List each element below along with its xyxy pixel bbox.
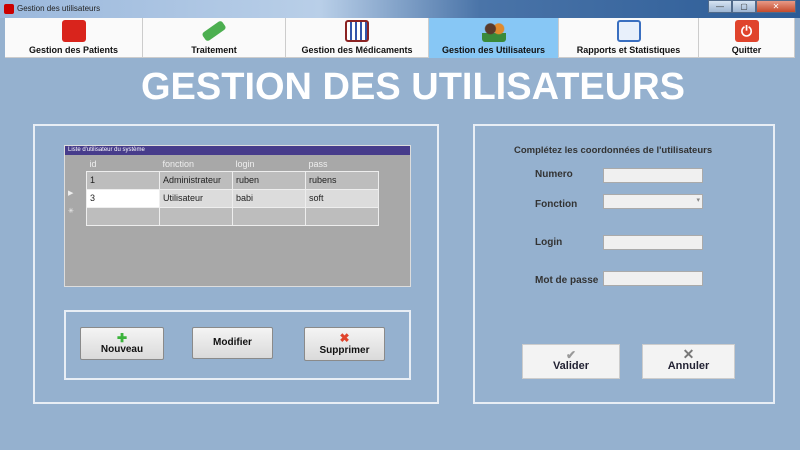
delete-button[interactable]: ✖ Supprimer [304, 327, 385, 361]
grid-caption: Liste d'utilisateur du système [65, 146, 410, 155]
users-grid[interactable]: Liste d'utilisateur du système ▶ ✳ id fon… [64, 145, 411, 287]
chevron-down-icon: ▾ [696, 197, 700, 204]
users-icon [481, 20, 506, 42]
window-title: Gestion des utilisateurs [17, 4, 101, 13]
numero-label: Numero [535, 169, 573, 180]
column-header[interactable]: login [233, 158, 306, 171]
password-input[interactable] [603, 271, 703, 286]
tab-utilisateurs[interactable]: Gestion des Utilisateurs [429, 18, 559, 58]
column-header[interactable]: pass [306, 158, 379, 171]
login-label: Login [535, 237, 563, 248]
app-icon [4, 4, 14, 14]
cell[interactable]: ruben [232, 170, 306, 190]
cancel-button[interactable]: ✕ Annuler [642, 344, 735, 379]
fonction-label: Fonction [535, 199, 578, 210]
power-icon: ⏻ [734, 20, 759, 42]
form-heading: Complétez les coordonnées de l'utilisate… [514, 145, 713, 156]
cell[interactable]: 1 [86, 170, 160, 190]
login-input[interactable] [603, 235, 703, 250]
report-icon [616, 20, 641, 42]
close-button[interactable]: ✕ [756, 0, 796, 13]
minimize-button[interactable]: — [708, 0, 732, 13]
tab-medicaments[interactable]: Gestion des Médicaments [286, 18, 429, 58]
column-header[interactable]: fonction [160, 158, 233, 171]
maximize-button[interactable]: ▢ [732, 0, 756, 13]
new-button[interactable]: ✚ Nouveau [80, 327, 164, 360]
add-file-icon: ✚ [116, 331, 128, 345]
cell[interactable]: babi [232, 188, 306, 208]
fonction-select[interactable]: ▾ [603, 194, 703, 209]
tab-traitement[interactable]: Traitement [143, 18, 286, 58]
current-row-icon: ▶ [68, 190, 74, 197]
cell[interactable]: 3 [86, 188, 160, 208]
cell[interactable]: soft [305, 188, 379, 208]
cell[interactable]: rubens [305, 170, 379, 190]
table-row[interactable]: 1 Administrateur ruben rubens [86, 170, 379, 190]
tab-patients[interactable]: Gestion des Patients [5, 18, 143, 58]
numero-input[interactable] [603, 168, 703, 183]
tab-rapports[interactable]: Rapports et Statistiques [559, 18, 699, 58]
test-tubes-icon [345, 20, 369, 42]
title-bar: Gestion des utilisateurs — ▢ ✕ [0, 0, 800, 18]
tab-quitter[interactable]: ⏻ Quitter [699, 18, 795, 58]
password-label: Mot de passe [535, 275, 599, 286]
validate-button[interactable]: ✔ Valider [522, 344, 620, 379]
table-row[interactable]: 3 Utilisateur babi soft [86, 188, 379, 208]
cell[interactable]: Administrateur [159, 170, 233, 190]
cell[interactable]: Utilisateur [159, 188, 233, 208]
new-row[interactable] [86, 206, 379, 226]
column-header[interactable]: id [87, 158, 160, 171]
nav-toolbar: Gestion des Patients Traitement Gestion … [5, 18, 795, 58]
edit-button[interactable]: Modifier [192, 327, 273, 359]
patient-icon [61, 20, 86, 42]
syringe-icon [201, 20, 227, 42]
new-row-icon: ✳ [68, 208, 74, 215]
delete-file-icon: ✖ [339, 331, 350, 345]
page-title: GESTION DES UTILISATEURS [140, 66, 685, 108]
